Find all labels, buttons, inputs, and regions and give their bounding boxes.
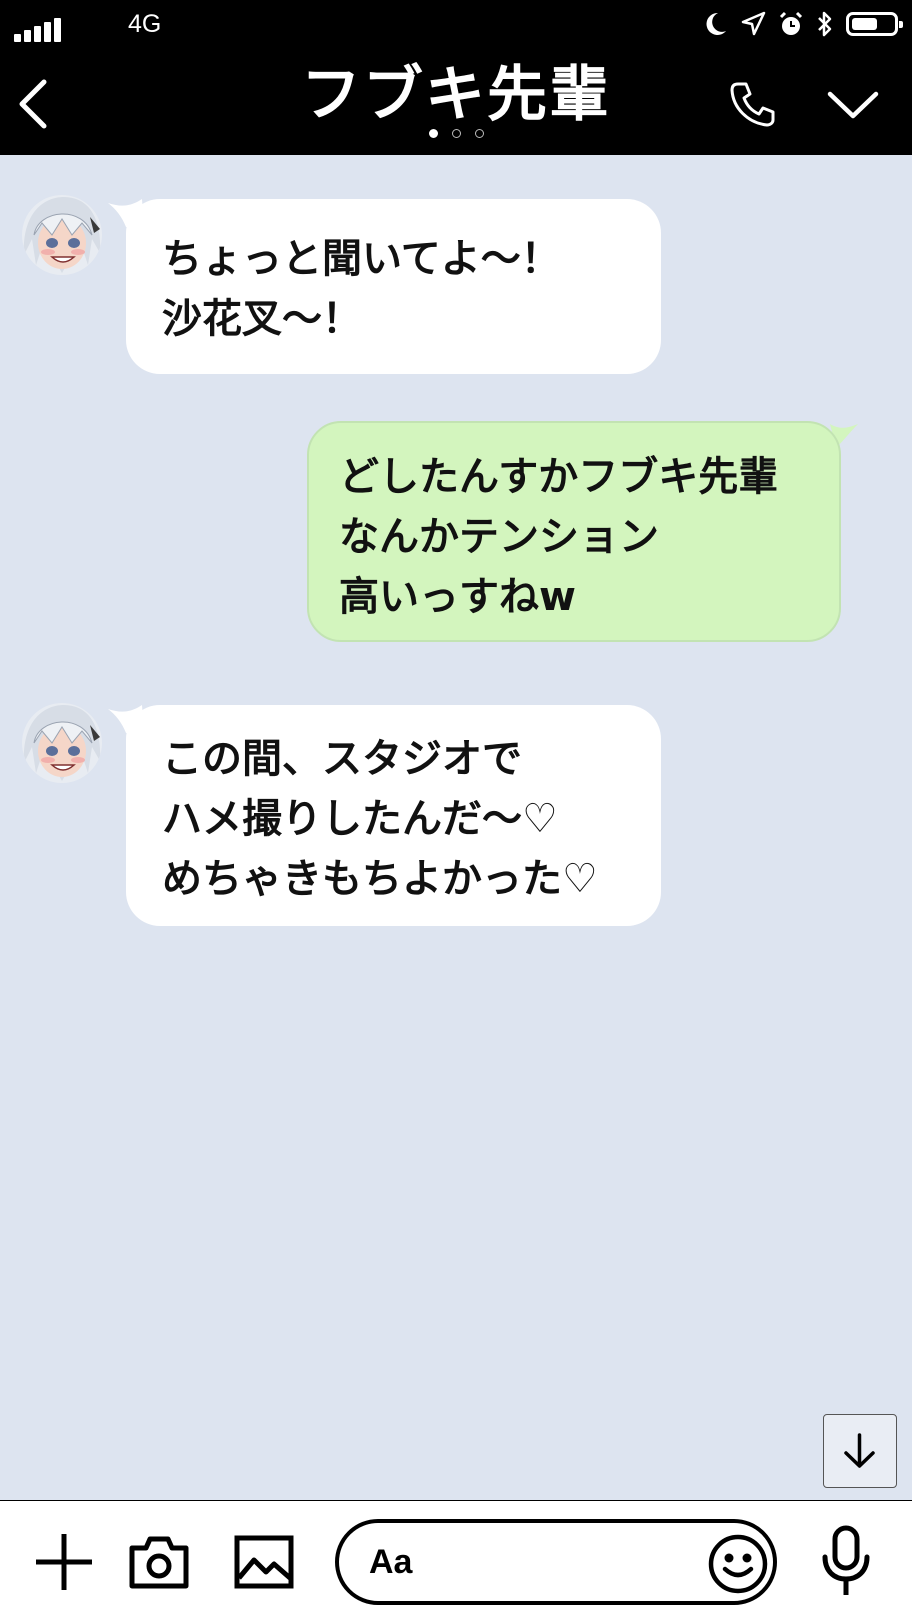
smiley-icon[interactable] [707, 1533, 769, 1595]
microphone-icon[interactable] [820, 1525, 872, 1599]
contact-avatar[interactable] [22, 195, 102, 275]
page-dot [474, 129, 484, 138]
page-dot [451, 129, 461, 138]
chat-header: 4G フブキ先輩 [0, 0, 912, 155]
alarm-icon [779, 11, 803, 35]
contact-avatar[interactable] [22, 703, 102, 783]
status-bar: 4G [0, 8, 912, 44]
signal-strength-icon [14, 18, 61, 42]
camera-icon[interactable] [128, 1534, 190, 1590]
message-text-line: めちゃきもちよかった♡ [162, 856, 598, 902]
network-type: 4G [128, 10, 162, 38]
moon-icon [706, 12, 726, 35]
plus-icon[interactable] [34, 1532, 94, 1592]
message-text-field[interactable] [335, 1519, 777, 1605]
page-dot-active [428, 129, 438, 138]
image-icon[interactable] [234, 1534, 294, 1590]
message-bubble-received[interactable]: ちょっと聞いてよ～！ 沙花叉～！ [126, 199, 661, 374]
arrow-down-icon [844, 1433, 875, 1468]
location-arrow-icon [741, 11, 766, 36]
phone-icon[interactable] [728, 80, 776, 128]
message-input-bar [0, 1500, 912, 1620]
message-bubble-sent[interactable]: どしたんすかフブキ先輩 なんかテンション 高いっすねw [307, 421, 841, 642]
message-text-line: 高いっすねw [339, 574, 576, 620]
message-text-line: ちょっと聞いてよ～！ [162, 236, 561, 282]
message-input[interactable] [369, 1537, 669, 1587]
message-text-line: なんかテンション [339, 514, 659, 560]
message-bubble-received[interactable]: この間、スタジオで ハメ撮りしたんだ～♡ めちゃきもちよかった♡ [126, 705, 661, 926]
scroll-to-bottom-button[interactable] [823, 1414, 897, 1488]
message-text-line: どしたんすかフブキ先輩 [339, 454, 779, 500]
battery-icon [846, 12, 903, 36]
message-text-line: ハメ撮りしたんだ～♡ [162, 796, 558, 842]
message-text-line: この間、スタジオで [162, 736, 522, 782]
chevron-down-icon[interactable] [826, 90, 880, 122]
bluetooth-icon [818, 11, 832, 37]
message-text-line: 沙花叉～！ [162, 296, 362, 342]
page-indicator [0, 129, 912, 138]
